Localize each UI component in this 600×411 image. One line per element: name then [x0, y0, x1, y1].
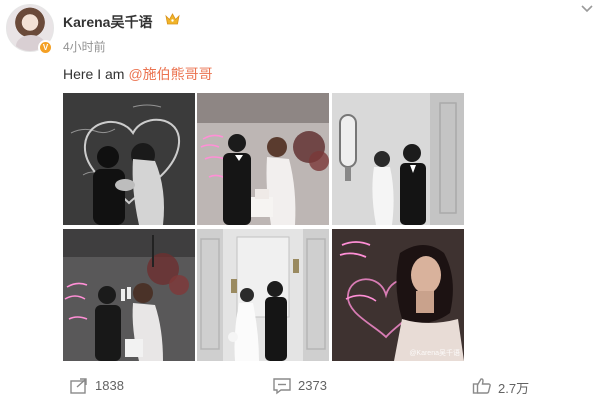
share-icon [70, 378, 87, 394]
photo-6[interactable]: @Karena吴千语 [332, 229, 464, 361]
verified-badge-icon: V [38, 40, 53, 55]
photo-2[interactable] [197, 93, 329, 225]
action-bar: 1838 2373 2.7万 [0, 370, 600, 402]
weibo-post-card: V Karena吴千语 4小时前 Here I am @施伯熊哥哥 @Karen… [0, 0, 600, 411]
crown-icon [165, 13, 180, 25]
mention-link[interactable]: @施伯熊哥哥 [128, 66, 212, 82]
image-watermark: @Karena吴千语 [409, 350, 460, 357]
comment-count: 2373 [298, 378, 327, 393]
like-count: 2.7万 [498, 381, 530, 396]
thumbs-up-icon [472, 378, 491, 394]
photo-grid: @Karena吴千语 [63, 93, 464, 361]
chevron-down-icon[interactable] [580, 4, 594, 14]
photo-3[interactable] [332, 93, 464, 225]
username[interactable]: Karena吴千语 [63, 12, 152, 32]
post-body-text: Here I am [63, 66, 125, 82]
timestamp[interactable]: 4小时前 [63, 38, 106, 55]
photo-4[interactable] [63, 229, 195, 361]
comment-icon [273, 378, 291, 395]
share-count: 1838 [95, 378, 124, 393]
post-text: Here I am @施伯熊哥哥 [63, 64, 213, 84]
photo-5[interactable] [197, 229, 329, 361]
photo-1[interactable] [63, 93, 195, 225]
